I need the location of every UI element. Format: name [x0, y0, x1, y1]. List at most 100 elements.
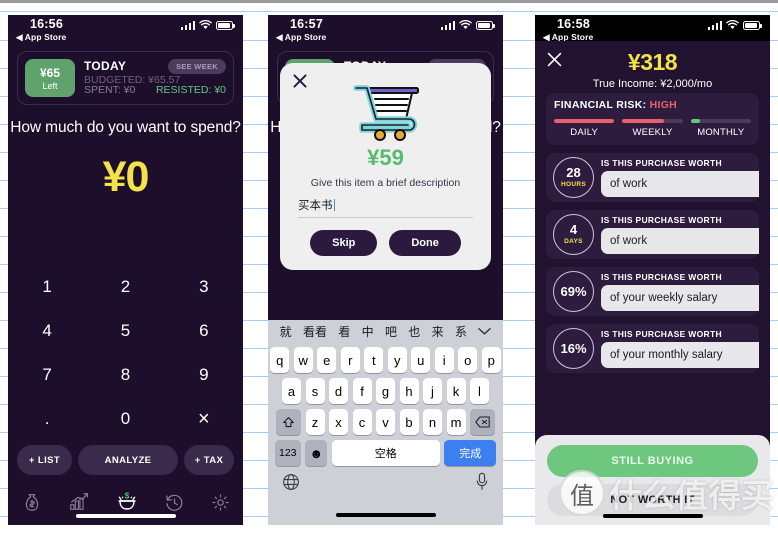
key-8[interactable]: 8 [86, 353, 164, 397]
key-k[interactable]: k [446, 378, 466, 404]
suggestion-3[interactable]: 中 [362, 323, 374, 340]
worth-question: IS THIS PURCHASE WORTH [601, 157, 722, 168]
worth-value: 69% [560, 283, 587, 299]
key-j[interactable]: j [423, 378, 442, 404]
suggestion-4[interactable]: 吧 [385, 323, 397, 340]
key-w[interactable]: w [293, 347, 313, 373]
text-caret [333, 199, 335, 211]
skip-button[interactable]: Skip [310, 230, 378, 256]
wallet-icon[interactable]: $ [115, 490, 139, 514]
backspace-icon[interactable] [470, 409, 495, 435]
status-indicators [440, 20, 495, 30]
suggestion-row[interactable]: 就 看看 看 中 吧 也 来 系 [268, 320, 503, 342]
key-4[interactable]: 4 [8, 309, 86, 353]
worth-answer: of your monthly salary [601, 341, 759, 368]
key-0[interactable]: 0 [86, 397, 164, 441]
phone-screen-description-modal: 16:57 ◀ App Store TODAY SEE WEEK How muc… [268, 15, 503, 525]
suggestion-7[interactable]: 系 [455, 323, 467, 340]
analyze-button[interactable]: ANALYZE [78, 445, 178, 475]
still-buying-button[interactable]: STILL BUYING [547, 445, 758, 477]
suggestion-0[interactable]: 就 [280, 323, 292, 340]
spend-question: How much do you want to spend? [10, 119, 241, 136]
add-to-list-button[interactable]: + LIST [17, 445, 72, 475]
bar-chart-icon[interactable] [68, 491, 90, 513]
cellular-bars-icon [180, 20, 195, 30]
close-icon[interactable] [546, 51, 563, 68]
key-2[interactable]: 2 [86, 265, 164, 309]
key-e[interactable]: e [317, 347, 337, 373]
key-i[interactable]: i [434, 347, 454, 373]
wifi-icon [459, 20, 472, 29]
key-g[interactable]: g [376, 378, 395, 404]
worth-question: IS THIS PURCHASE WORTH [601, 271, 722, 282]
key-x[interactable]: x [329, 409, 348, 435]
globe-icon[interactable] [282, 473, 300, 491]
key-delete-icon[interactable]: × [165, 397, 243, 441]
phone-screen-purchase-analysis: 16:58 ◀ App Store ¥318 True Income: ¥2,0… [535, 15, 770, 525]
key-q[interactable]: q [270, 347, 290, 373]
chevron-down-icon[interactable] [478, 327, 492, 336]
numeric-key[interactable]: 123 [274, 440, 301, 466]
money-bag-icon[interactable] [21, 491, 43, 513]
shift-icon[interactable] [276, 409, 301, 435]
keyboard-row-2[interactable]: a s d f g h j k l [268, 378, 503, 404]
done-button[interactable]: Done [389, 230, 461, 256]
close-icon[interactable] [292, 73, 308, 89]
cellular-bars-icon [707, 20, 722, 30]
history-clock-icon[interactable] [164, 492, 185, 513]
key-1[interactable]: 1 [8, 265, 86, 309]
numeric-keypad[interactable]: 1 2 3 4 5 6 7 8 9 . 0 × [8, 265, 243, 441]
suggestion-1[interactable]: 看看 [303, 323, 327, 340]
key-3[interactable]: 3 [165, 265, 243, 309]
budget-summary-card[interactable]: ¥65 Left TODAY BUDGETED: ¥65.57 SEE WEEK… [17, 51, 234, 105]
worth-answer: of work [601, 227, 759, 254]
key-u[interactable]: u [411, 347, 431, 373]
key-v[interactable]: v [376, 409, 395, 435]
suggestion-6[interactable]: 来 [432, 323, 444, 340]
key-y[interactable]: y [387, 347, 407, 373]
key-l[interactable]: l [470, 378, 489, 404]
space-key[interactable]: 空格 [331, 440, 440, 466]
bottom-tab-bar[interactable]: $ [8, 487, 243, 517]
key-c[interactable]: c [352, 409, 372, 435]
keyboard-row-1[interactable]: q w e r t y u i o p [268, 347, 503, 373]
suggestion-2[interactable]: 看 [338, 323, 350, 340]
keyboard-row-3[interactable]: z x c v b n m [268, 409, 503, 435]
suggestion-5[interactable]: 也 [408, 323, 420, 340]
worth-value: 16% [560, 340, 587, 356]
see-week-button[interactable]: SEE WEEK [168, 59, 226, 74]
key-f[interactable]: f [352, 378, 372, 404]
risk-meters: DAILY WEEKLY MONTHLY [554, 119, 751, 138]
key-t[interactable]: t [364, 347, 384, 373]
key-a[interactable]: a [282, 378, 301, 404]
key-o[interactable]: o [458, 347, 478, 373]
key-n[interactable]: n [423, 409, 442, 435]
gear-icon[interactable] [210, 492, 231, 513]
key-5[interactable]: 5 [86, 309, 164, 353]
action-buttons[interactable]: + LIST ANALYZE + TAX [17, 445, 234, 475]
key-s[interactable]: s [305, 378, 325, 404]
key-r[interactable]: r [340, 347, 360, 373]
key-d[interactable]: d [329, 378, 348, 404]
key-7[interactable]: 7 [8, 353, 86, 397]
not-worth-it-button[interactable]: NOT WORTH IT [547, 484, 758, 516]
chinese-keyboard[interactable]: 就 看看 看 中 吧 也 来 系 q w e r t y u i o p a s [268, 320, 503, 525]
key-9[interactable]: 9 [165, 353, 243, 397]
add-tax-button[interactable]: + TAX [184, 445, 234, 475]
status-back-to-app-store[interactable]: ◀ App Store [16, 32, 66, 43]
worth-unit: HOURS [561, 181, 586, 188]
key-6[interactable]: 6 [165, 309, 243, 353]
status-time: 16:58 [557, 17, 590, 31]
key-p[interactable]: p [481, 347, 501, 373]
status-back-to-app-store[interactable]: ◀ App Store [276, 32, 326, 43]
description-input[interactable]: 买本书 [298, 197, 473, 218]
key-b[interactable]: b [399, 409, 419, 435]
key-decimal[interactable]: . [8, 397, 86, 441]
keyboard-row-4[interactable]: 123 ☻ 空格 完成 [268, 440, 503, 466]
emoji-icon[interactable]: ☻ [305, 440, 328, 466]
microphone-icon[interactable] [475, 472, 489, 491]
key-z[interactable]: z [305, 409, 325, 435]
keyboard-done-key[interactable]: 完成 [444, 440, 497, 466]
key-h[interactable]: h [399, 378, 419, 404]
key-m[interactable]: m [446, 409, 466, 435]
